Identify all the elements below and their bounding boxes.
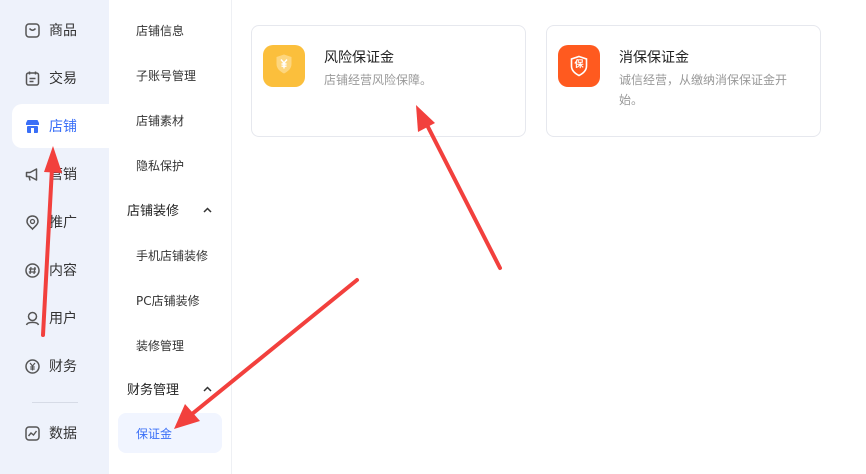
- submenu-item-label: 店铺信息: [136, 23, 185, 38]
- nav-divider: [32, 402, 78, 403]
- nav-item-label: 推广: [49, 215, 77, 231]
- risk-deposit-badge: [263, 45, 305, 87]
- content-icon: [24, 262, 41, 279]
- megaphone-icon: [24, 166, 41, 183]
- nav-item-trade[interactable]: 交易: [12, 56, 109, 100]
- submenu-group-decor[interactable]: 店铺装修: [118, 189, 222, 229]
- data-icon: [24, 425, 41, 442]
- consumer-deposit-card[interactable]: 保 消保保证金 诚信经营，从缴纳消保保证金开始。: [546, 25, 821, 137]
- submenu-item-store-info[interactable]: 店铺信息: [118, 10, 222, 50]
- nav-item-user[interactable]: 用户: [12, 296, 109, 340]
- shield-yuan-icon: [274, 53, 294, 79]
- submenu-item-deposit[interactable]: 保证金: [118, 413, 222, 453]
- submenu-group-label: 店铺装修: [127, 203, 180, 219]
- submenu-group-label: 财务管理: [127, 382, 180, 398]
- primary-nav: 商品 交易 店铺 营销 推广 内容 用户 财务 数据: [0, 0, 109, 474]
- risk-deposit-card[interactable]: 风险保证金 店铺经营风险保障。: [251, 25, 526, 137]
- submenu-item-label: 店铺素材: [136, 113, 185, 128]
- nav-item-promotion[interactable]: 推广: [12, 200, 109, 244]
- submenu-item-label: 装修管理: [136, 338, 185, 353]
- badge-glyph: 保: [574, 60, 584, 70]
- trade-icon: [24, 70, 41, 87]
- finance-icon: [24, 358, 41, 375]
- chevron-up-icon: [203, 202, 212, 217]
- consumer-deposit-badge: 保: [558, 45, 600, 87]
- nav-item-label: 财务: [49, 359, 77, 375]
- chevron-up-icon: [203, 381, 212, 396]
- nav-item-product[interactable]: 商品: [12, 8, 109, 52]
- submenu-item-store-assets[interactable]: 店铺素材: [118, 100, 222, 140]
- submenu-item-decor-manage[interactable]: 装修管理: [118, 325, 222, 365]
- card-description: 店铺经营风险保障。: [324, 73, 433, 87]
- promotion-icon: [24, 214, 41, 231]
- nav-item-marketing[interactable]: 营销: [12, 152, 109, 196]
- nav-item-label: 用户: [49, 311, 77, 327]
- nav-item-data[interactable]: 数据: [12, 411, 109, 455]
- submenu-item-label: 隐私保护: [136, 158, 185, 173]
- submenu-item-label: 子账号管理: [136, 68, 197, 83]
- card-title: 风险保证金: [324, 50, 394, 66]
- submenu-item-label: PC店铺装修: [136, 293, 200, 308]
- user-icon: [24, 310, 41, 327]
- submenu-item-label: 保证金: [136, 426, 173, 441]
- submenu-item-mobile-decor[interactable]: 手机店铺装修: [118, 235, 222, 275]
- shield-guarantee-icon: 保: [569, 55, 589, 77]
- nav-item-label: 内容: [49, 263, 77, 279]
- product-icon: [24, 22, 41, 39]
- store-icon: [24, 118, 41, 135]
- nav-item-content[interactable]: 内容: [12, 248, 109, 292]
- card-title: 消保保证金: [619, 50, 689, 66]
- submenu-item-pc-decor[interactable]: PC店铺装修: [118, 280, 222, 320]
- nav-item-store[interactable]: 店铺: [12, 104, 109, 148]
- submenu-item-label: 手机店铺装修: [136, 248, 209, 263]
- nav-item-label: 交易: [49, 71, 77, 87]
- submenu-group-finance[interactable]: 财务管理: [118, 368, 222, 408]
- nav-item-label: 店铺: [49, 119, 77, 135]
- secondary-menu: 店铺信息 子账号管理 店铺素材 隐私保护 店铺装修 手机店铺装修 PC店铺装修 …: [109, 0, 232, 474]
- card-description: 诚信经营，从缴纳消保保证金开始。: [619, 73, 788, 107]
- nav-item-label: 数据: [49, 426, 77, 442]
- nav-item-label: 营销: [49, 167, 77, 183]
- nav-item-finance[interactable]: 财务: [12, 344, 109, 388]
- submenu-item-sub-accounts[interactable]: 子账号管理: [118, 55, 222, 95]
- submenu-item-privacy[interactable]: 隐私保护: [118, 145, 222, 185]
- nav-item-label: 商品: [49, 23, 77, 39]
